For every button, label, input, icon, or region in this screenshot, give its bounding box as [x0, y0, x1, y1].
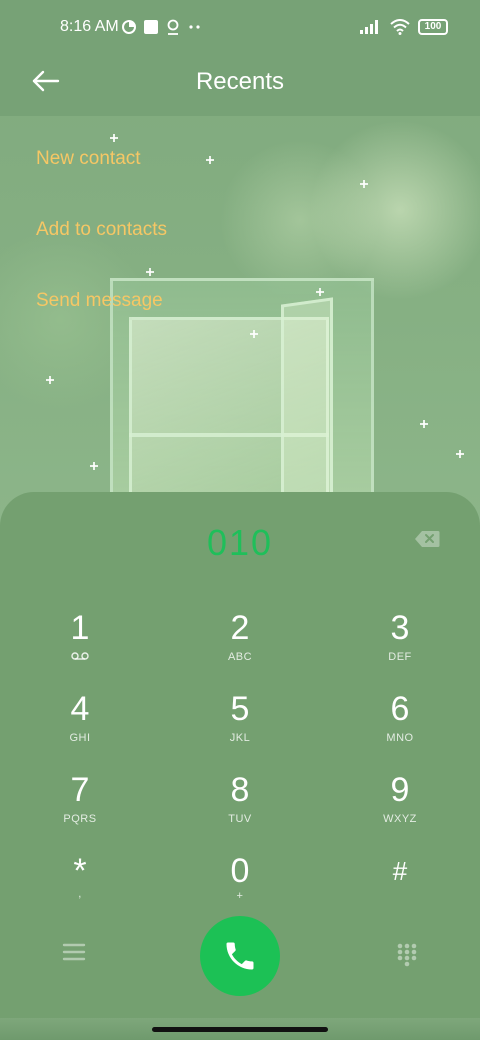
status-bar: 8:16 AM 100 [0, 0, 480, 56]
key-5[interactable]: 5 JKL [180, 691, 300, 763]
key-digit: 3 [390, 609, 410, 647]
key-2[interactable]: 2 ABC [180, 610, 300, 682]
key-letters: DEF [388, 651, 412, 663]
key-digit: 0 [230, 852, 250, 890]
sparkle-decoration [90, 462, 98, 470]
backspace-icon[interactable] [414, 530, 440, 548]
new-contact-button[interactable]: New contact [36, 148, 141, 170]
dialed-number: 010 [206, 522, 274, 563]
send-message-button[interactable]: Send message [36, 290, 163, 312]
key-letters: PQRS [63, 813, 97, 825]
key-letters: + [236, 890, 244, 902]
key-digit: 8 [230, 771, 250, 809]
key-8[interactable]: 8 TUV [180, 772, 300, 844]
key-digit: 2 [230, 609, 250, 647]
key-digit: 9 [390, 771, 410, 809]
sparkle-decoration [456, 450, 464, 458]
key-3[interactable]: 3 DEF [340, 610, 460, 682]
sparkle-decoration [110, 134, 118, 142]
wallpaper-window-illustration [110, 278, 374, 517]
key-letters: GHI [69, 732, 91, 744]
dialpad-icon[interactable] [396, 942, 418, 968]
more-dots-icon [189, 25, 200, 29]
signal-icon [360, 20, 378, 34]
vpn-icon [122, 20, 136, 34]
key-letters: ABC [227, 651, 253, 663]
key-letters: WXYZ [383, 813, 417, 825]
add-to-contacts-button[interactable]: Add to contacts [36, 219, 167, 241]
top-bar: Recents [0, 56, 480, 116]
key-letters: MNO [386, 732, 414, 744]
sparkle-decoration [146, 268, 154, 276]
key-letters: JKL [229, 732, 251, 744]
hamburger-menu-icon[interactable] [62, 942, 86, 962]
wifi-icon [390, 19, 410, 35]
sparkle-decoration [420, 420, 428, 428]
key-4[interactable]: 4 GHI [20, 691, 140, 763]
status-time: 8:16 AM [60, 18, 119, 35]
key-1[interactable]: 1 [20, 610, 140, 682]
key-letters: TUV [228, 813, 252, 825]
key-digit: 7 [70, 771, 90, 809]
key-digit: 4 [70, 690, 90, 728]
sparkle-decoration [46, 376, 54, 384]
sparkle-decoration [250, 330, 258, 338]
key-hash[interactable]: # [340, 853, 460, 925]
voicemail-icon [71, 652, 89, 660]
key-star[interactable]: * , [20, 853, 140, 925]
phone-icon [226, 942, 254, 970]
dialer-panel: 010 1 2 ABC 3 DEF 4 GHI 5 JKL 6 MNO 7 PQ… [0, 492, 480, 1022]
key-digit: 1 [70, 609, 90, 647]
key-9[interactable]: 9 WXYZ [340, 772, 460, 844]
key-digit: 5 [230, 690, 250, 728]
battery-icon: 100 [418, 19, 448, 35]
home-indicator[interactable] [152, 1027, 328, 1032]
key-6[interactable]: 6 MNO [340, 691, 460, 763]
page-title: Recents [195, 68, 285, 95]
key-digit: 6 [390, 690, 410, 728]
key-digit: # [392, 856, 408, 886]
key-7[interactable]: 7 PQRS [20, 772, 140, 844]
key-0[interactable]: 0 + [180, 853, 300, 925]
call-button[interactable] [200, 916, 280, 996]
sparkle-decoration [316, 288, 324, 296]
sparkle-decoration [360, 180, 368, 188]
sparkle-decoration [206, 156, 214, 164]
location-icon [167, 19, 179, 35]
key-letters: , [78, 888, 82, 900]
key-digit: * [73, 852, 87, 890]
square-icon [144, 20, 158, 34]
